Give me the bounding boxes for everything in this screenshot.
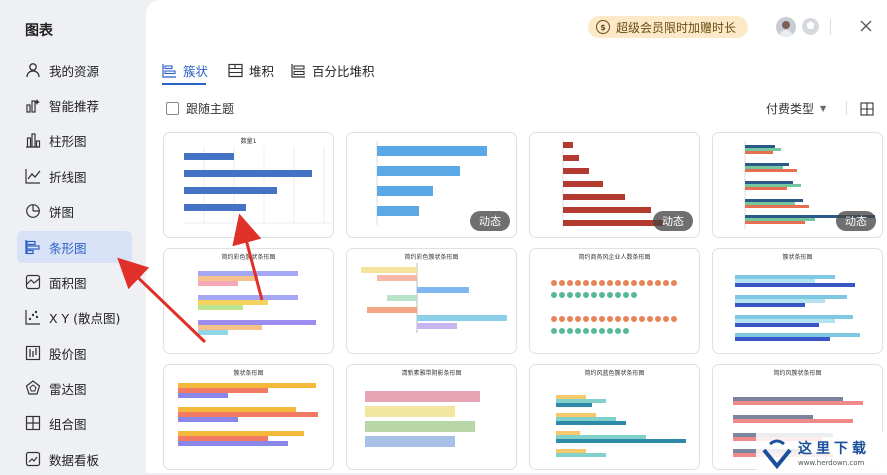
- coin-icon: $: [596, 20, 610, 34]
- card-title: 简约商务风企业人数条形图: [578, 254, 651, 261]
- tab-label: 簇状: [183, 63, 209, 79]
- watermark-url: www.herdown.com: [798, 459, 865, 467]
- combo-chart-icon: [24, 414, 42, 432]
- template-card-4[interactable]: 动态: [712, 132, 883, 238]
- dashboard-icon: [24, 450, 42, 468]
- sidebar-item-combo[interactable]: 组合图: [17, 407, 132, 439]
- sidebar-item-label: 数据看板: [49, 452, 100, 468]
- percent-stacked-bar-icon: [291, 63, 306, 78]
- template-card-9[interactable]: 簇状条形图: [163, 364, 334, 470]
- close-icon[interactable]: [858, 18, 874, 34]
- sidebar-item-my-resources[interactable]: 我的资源: [17, 54, 132, 86]
- sidebar-item-area[interactable]: 面积图: [17, 266, 132, 298]
- template-card-11[interactable]: 简约风蓝色簇状条形图: [529, 364, 700, 470]
- sidebar-item-label: 组合图: [49, 416, 87, 432]
- dynamic-badge: 动态: [653, 211, 693, 231]
- checkbox-box[interactable]: [166, 102, 179, 115]
- sidebar: 图表 我的资源 智能推荐 柱形图 折线图 饼图 条形图 面积图 X Y (散点图…: [0, 0, 146, 473]
- tab-label: 堆积: [249, 63, 275, 79]
- follow-theme-checkbox[interactable]: 跟随主题: [166, 100, 234, 117]
- sidebar-item-dashboard[interactable]: 数据看板: [17, 443, 132, 475]
- vip-promo-button[interactable]: $ 超级会员限时加赠时长: [588, 16, 748, 38]
- card-title: 简约彩色簇状条形图: [404, 254, 459, 261]
- checkbox-label: 跟随主题: [186, 102, 235, 116]
- template-card-8[interactable]: 簇状条形图: [712, 248, 883, 354]
- toolbar-divider: [846, 101, 847, 115]
- pie-chart-icon: [24, 202, 42, 220]
- user-icon: [24, 61, 42, 79]
- main-panel: $ 超级会员限时加赠时长 簇状 堆积 百分比堆积 跟随主题 付费类型 ▼ 数量1: [146, 0, 887, 473]
- template-card-1[interactable]: 数量1: [163, 132, 334, 238]
- sidebar-item-column[interactable]: 柱形图: [17, 124, 132, 156]
- stock-chart-icon: [24, 344, 42, 362]
- sidebar-item-line[interactable]: 折线图: [17, 160, 132, 192]
- watermark-title: 这里下载: [798, 441, 870, 457]
- sidebar-item-label: 雷达图: [49, 381, 87, 397]
- radar-chart-icon: [24, 379, 42, 397]
- caret-down-icon: ▼: [820, 104, 827, 113]
- template-card-2[interactable]: 动态: [346, 132, 517, 238]
- sidebar-item-stock[interactable]: 股价图: [17, 337, 132, 369]
- watermark: 这里下载 www.herdown.com: [756, 432, 887, 473]
- column-chart-icon: [24, 131, 42, 149]
- stacked-bar-icon: [228, 63, 243, 78]
- tab-active-underline: [162, 83, 206, 85]
- dynamic-badge: 动态: [836, 211, 876, 231]
- tab-stacked[interactable]: 堆积: [228, 60, 274, 80]
- sidebar-item-label: 条形图: [49, 240, 87, 256]
- sidebar-item-label: 面积图: [49, 275, 87, 291]
- clustered-bar-icon: [162, 63, 177, 78]
- template-card-6[interactable]: 简约彩色簇状条形图: [346, 248, 517, 354]
- sidebar-item-smart-recommend[interactable]: 智能推荐: [17, 89, 132, 121]
- template-card-10[interactable]: 清新素雅带阴影条形图: [346, 364, 517, 470]
- sidebar-item-scatter[interactable]: X Y (散点图): [17, 301, 132, 333]
- tab-percent-stacked[interactable]: 百分比堆积: [291, 60, 375, 80]
- sidebar-item-label: 柱形图: [49, 133, 87, 149]
- sidebar-title: 图表: [25, 23, 53, 39]
- template-card-5[interactable]: 简约彩色簇状条形图: [163, 248, 334, 354]
- sidebar-item-label: 我的资源: [49, 63, 100, 79]
- sidebar-item-label: X Y (散点图): [49, 310, 121, 326]
- template-card-7[interactable]: 简约商务风企业人数条形图: [529, 248, 700, 354]
- pay-type-label: 付费类型: [766, 102, 815, 116]
- dynamic-badge: 动态: [470, 211, 510, 231]
- card-title: 清新素雅带阴影条形图: [401, 370, 462, 377]
- sidebar-item-bar[interactable]: 条形图: [17, 231, 132, 263]
- bar-chart-icon: [24, 238, 42, 256]
- pay-type-dropdown[interactable]: 付费类型 ▼: [766, 100, 826, 117]
- watermark-logo-icon: [762, 439, 792, 469]
- area-chart-icon: [24, 273, 42, 291]
- tab-label: 百分比堆积: [312, 63, 375, 79]
- promo-label: 超级会员限时加赠时长: [616, 20, 737, 35]
- scatter-chart-icon: [24, 308, 42, 326]
- sidebar-item-radar[interactable]: 雷达图: [17, 372, 132, 404]
- avatar[interactable]: [776, 17, 796, 37]
- card-title: 簇状条形图: [782, 254, 813, 261]
- card-title: 简约风簇状条形图: [773, 370, 822, 377]
- template-card-3[interactable]: 动态: [529, 132, 700, 238]
- card-title: 数量1: [240, 138, 257, 145]
- tab-clustered[interactable]: 簇状: [162, 60, 208, 80]
- sidebar-item-label: 股价图: [49, 346, 87, 362]
- sidebar-item-label: 饼图: [49, 204, 75, 220]
- header-divider: [830, 19, 831, 35]
- sidebar-item-label: 折线图: [49, 169, 87, 185]
- member-badge-icon[interactable]: [802, 18, 819, 35]
- card-title: 简约风蓝色簇状条形图: [584, 370, 645, 377]
- smart-chart-icon: [24, 96, 42, 114]
- sidebar-item-label: 智能推荐: [49, 98, 100, 114]
- sidebar-item-pie[interactable]: 饼图: [17, 195, 132, 227]
- grid-view-icon[interactable]: [860, 101, 874, 116]
- card-title: 简约彩色簇状条形图: [221, 254, 276, 261]
- line-chart-icon: [24, 167, 42, 185]
- card-title: 簇状条形图: [233, 370, 264, 377]
